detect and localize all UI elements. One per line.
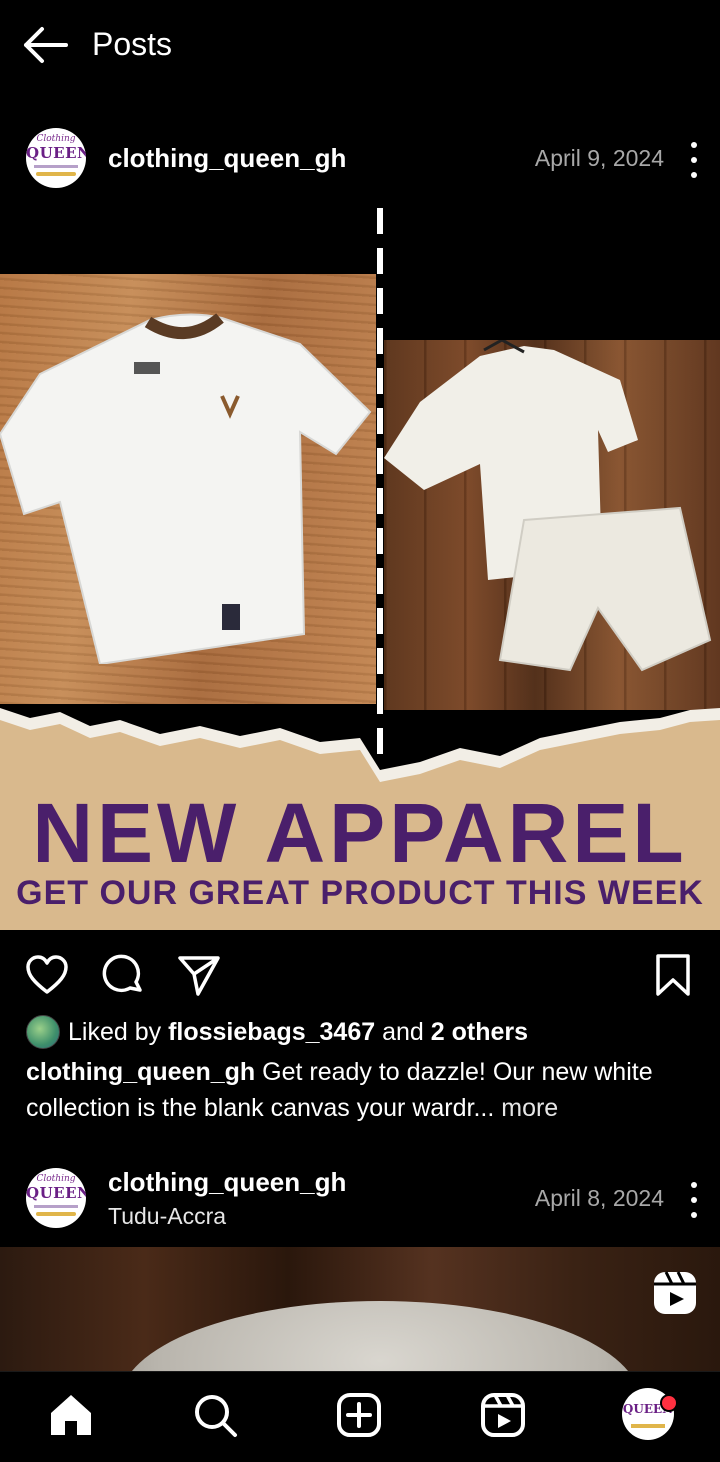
bookmark-icon[interactable] xyxy=(650,952,696,998)
avatar-logo-text: QUEEN xyxy=(26,144,86,162)
post-image[interactable]: NEW APPAREL GET OUR GREAT PRODUCT THIS W… xyxy=(0,208,720,930)
more-options-icon[interactable] xyxy=(684,1182,704,1218)
search-icon xyxy=(195,1395,237,1437)
tshirt-image xyxy=(0,313,372,664)
post-date: April 9, 2024 xyxy=(534,145,664,171)
page-title: Posts xyxy=(92,26,173,62)
avatar-logo-divider xyxy=(34,165,78,168)
share-icon[interactable] xyxy=(176,952,222,998)
post-date: April 8, 2024 xyxy=(534,1185,664,1211)
product-photo-left xyxy=(0,274,376,704)
post-location[interactable]: Tudu-Accra xyxy=(108,1202,226,1230)
create-icon xyxy=(337,1393,381,1437)
likes-summary[interactable]: Liked by flossiebags_3467 and 2 others xyxy=(26,1014,528,1050)
reels-icon xyxy=(481,1393,525,1437)
nav-create[interactable] xyxy=(334,1390,384,1440)
comment-icon[interactable] xyxy=(100,952,146,998)
post-caption: clothing_queen_gh Get ready to dazzle! O… xyxy=(26,1054,706,1126)
arrow-left-icon[interactable] xyxy=(22,26,68,64)
divider-dashed-line xyxy=(377,208,383,768)
more-options-icon[interactable] xyxy=(684,142,704,178)
liker-username[interactable]: flossiebags_3467 xyxy=(168,1014,375,1050)
post-actions xyxy=(0,944,720,1004)
avatar-logo-strip xyxy=(631,1424,665,1428)
bottom-navigation: QUEEN xyxy=(0,1371,720,1462)
avatar-logo-text: QUEEN xyxy=(26,1184,86,1202)
avatar-logo-divider xyxy=(34,1205,78,1208)
product-photo-right xyxy=(384,340,720,710)
avatar[interactable]: Clothing QUEEN xyxy=(26,1168,86,1228)
reel-icon xyxy=(654,1271,696,1314)
nav-reels[interactable] xyxy=(478,1390,528,1440)
post-username[interactable]: clothing_queen_gh xyxy=(108,142,346,174)
banner-subtitle: GET OUR GREAT PRODUCT THIS WEEK xyxy=(16,874,704,912)
notification-dot xyxy=(660,1394,678,1412)
likes-and: and xyxy=(382,1018,424,1046)
avatar-logo-strip xyxy=(36,172,76,176)
avatar-logo-strip xyxy=(36,1212,76,1216)
caption-more-link[interactable]: more xyxy=(501,1094,558,1122)
heart-icon[interactable] xyxy=(24,952,70,998)
nav-home[interactable] xyxy=(46,1390,96,1440)
banner-title: NEW APPAREL xyxy=(32,786,688,880)
avatar-logo-script: Clothing xyxy=(36,134,76,144)
tshirt-shorts-image xyxy=(384,340,712,672)
home-icon xyxy=(51,1395,91,1435)
likes-prefix: Liked by xyxy=(68,1018,162,1046)
avatar-logo-script: Clothing xyxy=(36,1174,76,1184)
post-media-preview[interactable] xyxy=(0,1247,720,1371)
post-header: Clothing QUEEN clothing_queen_gh Tudu-Ac… xyxy=(0,1158,720,1238)
likes-others[interactable]: 2 others xyxy=(431,1014,528,1050)
media-garment xyxy=(120,1301,640,1371)
liker-avatar xyxy=(26,1015,60,1049)
top-bar: Posts xyxy=(0,0,720,92)
post-username[interactable]: clothing_queen_gh xyxy=(108,1166,346,1198)
nav-search[interactable] xyxy=(190,1390,240,1440)
avatar[interactable]: Clothing QUEEN xyxy=(26,128,86,188)
caption-username[interactable]: clothing_queen_gh xyxy=(26,1058,255,1086)
post-header: Clothing QUEEN clothing_queen_gh April 9… xyxy=(0,118,720,198)
